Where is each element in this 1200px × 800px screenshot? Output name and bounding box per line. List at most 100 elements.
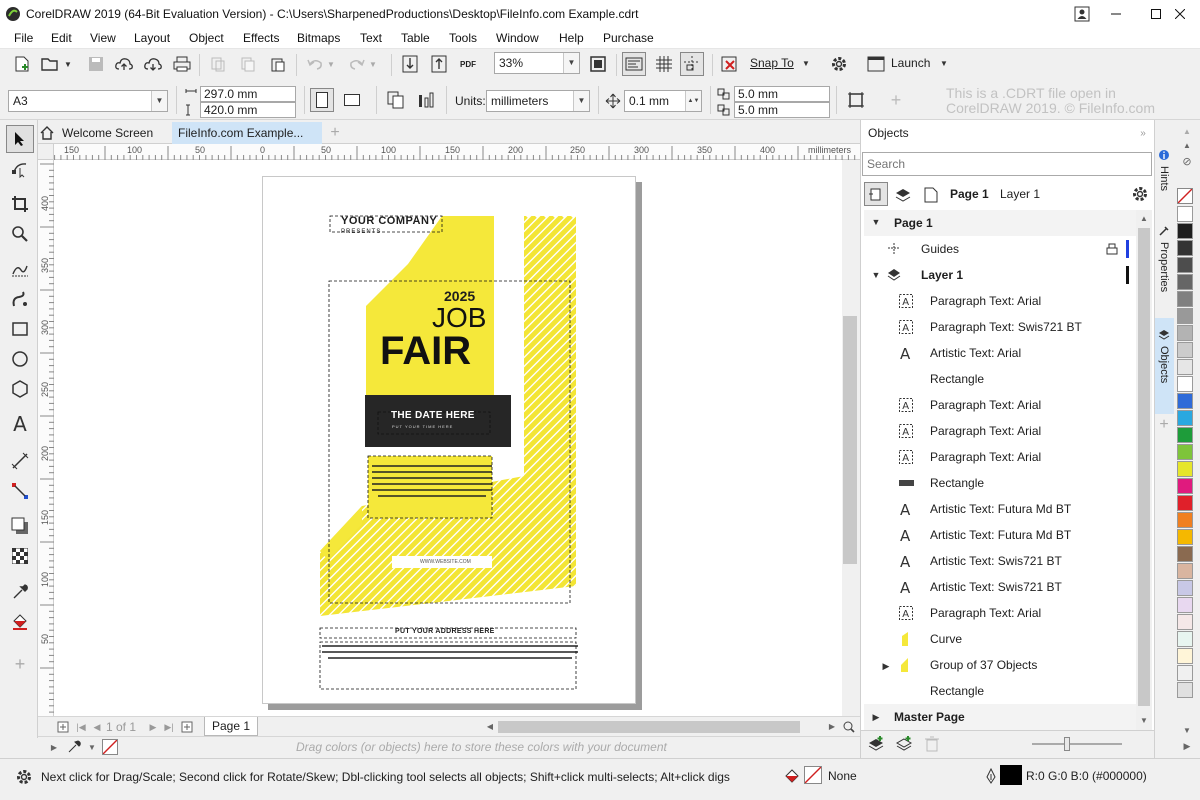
page-height-field[interactable]: 420.0 mm xyxy=(200,102,296,118)
export-pdf-button[interactable]: PDF xyxy=(456,53,480,77)
color-swatch[interactable] xyxy=(1177,529,1193,545)
paste-icon[interactable] xyxy=(266,52,290,76)
current-page-icon[interactable] xyxy=(414,88,438,112)
color-swatch[interactable] xyxy=(1177,665,1193,681)
side-tab-objects[interactable]: Objects xyxy=(1158,346,1170,383)
full-screen-icon[interactable] xyxy=(586,52,610,76)
new-tab-icon[interactable]: + xyxy=(326,124,344,142)
menu-window[interactable]: Window xyxy=(496,28,539,48)
page-tree-icon[interactable] xyxy=(864,182,888,206)
transparency-tool-icon[interactable] xyxy=(6,542,34,570)
copy-icon[interactable] xyxy=(236,52,260,76)
color-swatch[interactable] xyxy=(1177,342,1193,358)
freehand-tool-icon[interactable] xyxy=(6,255,34,283)
page-border-icon[interactable] xyxy=(844,88,868,112)
menu-tools[interactable]: Tools xyxy=(449,28,477,48)
object-row[interactable]: Rectangle xyxy=(864,366,1136,392)
chevron-down-icon[interactable]: ▼ xyxy=(151,91,167,111)
menu-help[interactable]: Help xyxy=(559,28,584,48)
no-fill-swatch[interactable] xyxy=(1177,188,1193,204)
add-page-before-icon[interactable] xyxy=(56,720,70,734)
save-icon[interactable] xyxy=(84,52,108,76)
interactive-fill-tool-icon[interactable] xyxy=(6,608,34,636)
rectangle-tool-icon[interactable] xyxy=(6,315,34,343)
current-page-label[interactable]: Page 1 xyxy=(950,187,989,201)
snap-dropdown-icon[interactable]: ▼ xyxy=(800,57,812,69)
parallel-dimension-tool-icon[interactable] xyxy=(6,447,34,475)
last-page-icon[interactable]: ▶| xyxy=(162,720,176,734)
object-row[interactable]: Rectangle xyxy=(864,678,1136,704)
snap-off-icon[interactable] xyxy=(718,52,742,76)
docker-scroll-thumb[interactable] xyxy=(1138,228,1150,706)
expand-arrow-icon[interactable]: ▼ xyxy=(870,216,882,228)
drop-shadow-tool-icon[interactable] xyxy=(6,512,34,540)
chevron-down-icon[interactable]: ▼ xyxy=(563,53,579,73)
page-size-combo[interactable]: A3 ▼ xyxy=(8,90,168,112)
expand-arrow-icon[interactable]: ▼ xyxy=(870,269,882,281)
nudge-field[interactable]: 0.1 mm ▲▼ xyxy=(624,90,702,112)
show-guidelines-icon[interactable] xyxy=(680,52,704,76)
ellipse-tool-icon[interactable] xyxy=(6,345,34,373)
color-swatch[interactable] xyxy=(1177,240,1193,256)
color-swatch[interactable] xyxy=(1177,478,1193,494)
page-tab[interactable]: Page 1 xyxy=(204,717,258,736)
page-width-field[interactable]: 297.0 mm xyxy=(200,86,296,102)
docker-collapse-icon[interactable]: » xyxy=(1136,126,1150,140)
minimize-button[interactable] xyxy=(1096,0,1136,28)
add-page-after-icon[interactable] xyxy=(180,720,194,734)
object-row[interactable]: A Artistic Text: Futura Md BT xyxy=(864,496,1136,522)
palette-scroll-up-icon[interactable]: ▲ xyxy=(1180,126,1194,136)
object-row[interactable]: A Paragraph Text: Arial xyxy=(864,392,1136,418)
ruler-origin[interactable] xyxy=(38,144,54,160)
color-swatch[interactable] xyxy=(1177,546,1193,562)
zoom-level-combo[interactable]: 33% ▼ xyxy=(494,52,580,74)
home-icon[interactable] xyxy=(38,124,56,142)
new-master-layer-icon[interactable] xyxy=(894,734,914,754)
color-swatch[interactable] xyxy=(1177,580,1193,596)
print-icon[interactable] xyxy=(170,52,194,76)
page-icon[interactable] xyxy=(920,184,942,206)
eyedropper-dropdown-icon[interactable]: ▼ xyxy=(86,741,98,753)
zoom-tool-icon[interactable] xyxy=(6,220,34,248)
shape-tool-icon[interactable] xyxy=(6,155,34,183)
spin-arrows-icon[interactable]: ▲▼ xyxy=(685,91,701,111)
object-row[interactable]: A Artistic Text: Swis721 BT xyxy=(864,548,1136,574)
landscape-orientation-icon[interactable] xyxy=(340,88,364,112)
previous-page-icon[interactable]: ◀ xyxy=(90,720,104,734)
vertical-scroll-thumb[interactable] xyxy=(843,316,857,564)
poster-artwork[interactable] xyxy=(262,176,636,704)
outline-color-swatch[interactable] xyxy=(1000,765,1022,785)
show-grid-icon[interactable] xyxy=(652,52,676,76)
palette-scroll-up-icon[interactable]: ▲ xyxy=(1180,140,1194,150)
menu-effects[interactable]: Effects xyxy=(243,28,279,48)
launch-menu[interactable]: Launch xyxy=(891,56,930,70)
group-expand-arrow-icon[interactable]: ▶ xyxy=(880,660,892,672)
cloud-upload-icon[interactable] xyxy=(112,52,136,76)
menu-layout[interactable]: Layout xyxy=(134,28,170,48)
launch-icon[interactable] xyxy=(864,52,888,76)
color-swatch[interactable] xyxy=(1177,461,1193,477)
color-swatch[interactable] xyxy=(1177,257,1193,273)
cut-icon[interactable] xyxy=(206,52,230,76)
text-tool-icon[interactable]: A xyxy=(6,410,34,438)
side-tab-properties[interactable]: Properties xyxy=(1158,242,1170,292)
pick-tool-icon[interactable] xyxy=(6,125,34,153)
launch-dropdown-icon[interactable]: ▼ xyxy=(938,57,950,69)
tab-welcome-screen[interactable]: Welcome Screen xyxy=(56,122,170,144)
portrait-orientation-icon[interactable] xyxy=(310,88,334,112)
color-swatch[interactable] xyxy=(1177,614,1193,630)
palette-menu-icon[interactable]: ▶ xyxy=(48,741,60,753)
snap-to-menu[interactable]: Snap To xyxy=(750,56,794,70)
fill-color-swatch[interactable] xyxy=(804,766,822,784)
color-swatch[interactable] xyxy=(1177,597,1193,613)
horizontal-scroll-thumb[interactable] xyxy=(498,721,800,733)
current-layer-label[interactable]: Layer 1 xyxy=(1000,187,1040,201)
show-rulers-icon[interactable] xyxy=(622,52,646,76)
object-row[interactable]: A Artistic Text: Futura Md BT xyxy=(864,522,1136,548)
import-icon[interactable] xyxy=(398,52,422,76)
object-row[interactable]: A Paragraph Text: Arial xyxy=(864,288,1136,314)
delete-icon[interactable] xyxy=(922,734,942,754)
layers-icon[interactable] xyxy=(892,184,914,206)
color-swatch[interactable] xyxy=(1177,444,1193,460)
crop-tool-icon[interactable] xyxy=(6,190,34,218)
